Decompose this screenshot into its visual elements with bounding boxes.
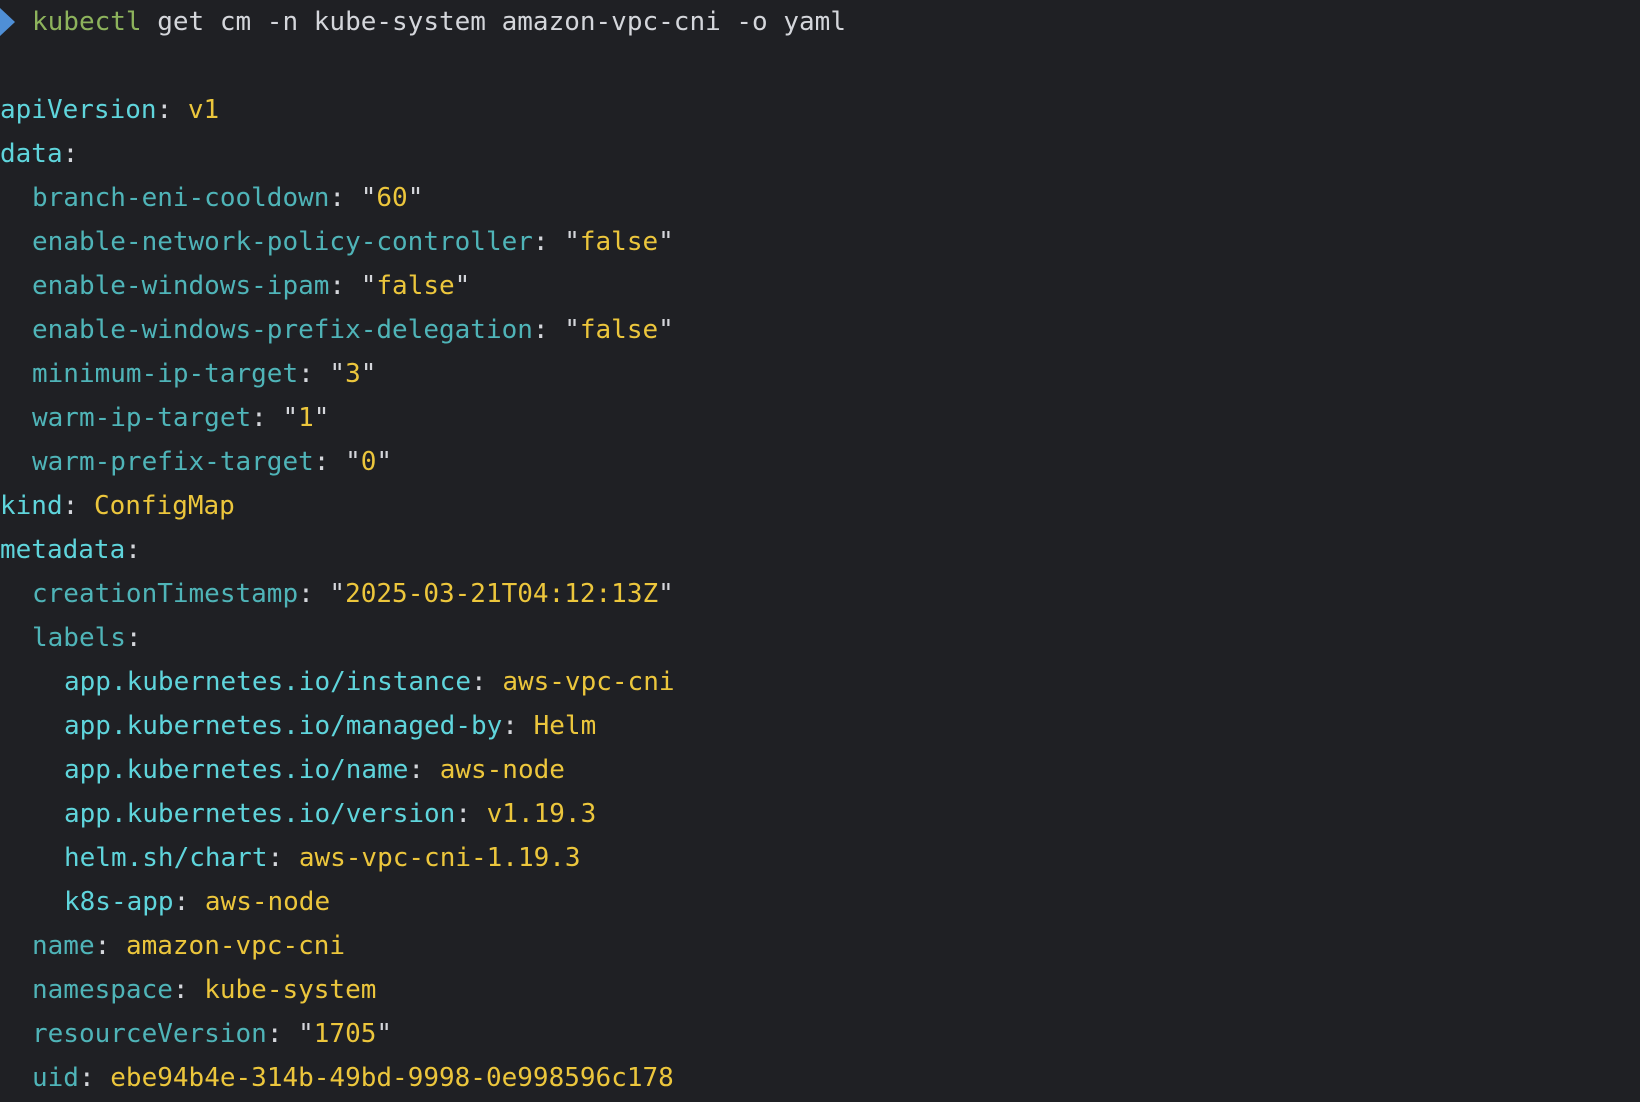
yaml-value: amazon-vpc-cni	[125, 931, 346, 961]
yaml-value: ebe94b4e-314b-49bd-9998-0e998596c178	[110, 1063, 674, 1093]
yaml-line: kind: ConfigMap	[0, 484, 675, 528]
yaml-line: helm.sh/chart: aws-vpc-cni-1.19.3	[0, 836, 675, 880]
yaml-line: warm-ip-target: "1"	[0, 396, 675, 440]
command-text: kubectl get cm -n kube-system amazon-vpc…	[32, 0, 846, 44]
yaml-key: k8s-app	[64, 887, 174, 917]
yaml-colon: :	[532, 315, 565, 345]
yaml-colon: :	[502, 711, 534, 741]
yaml-value: "false"	[564, 315, 674, 345]
yaml-value: aws-vpc-cni-1.19.3	[298, 843, 581, 873]
yaml-colon: :	[408, 755, 440, 785]
terminal-window[interactable]: kubectl get cm -n kube-system amazon-vpc…	[0, 0, 1640, 1102]
yaml-value: aws-node	[204, 887, 331, 917]
yaml-key: warm-prefix-target	[32, 447, 314, 477]
yaml-colon: :	[313, 447, 346, 477]
yaml-key: name	[32, 931, 95, 961]
yaml-value: "1705"	[298, 1019, 393, 1049]
yaml-colon: :	[78, 1063, 111, 1093]
yaml-line: app.kubernetes.io/name: aws-node	[0, 748, 675, 792]
yaml-key: app.kubernetes.io/version	[64, 799, 456, 829]
yaml-key: resourceVersion	[32, 1019, 267, 1049]
yaml-key: data	[0, 139, 63, 169]
yaml-line: creationTimestamp: "2025-03-21T04:12:13Z…	[0, 572, 675, 616]
yaml-key: app.kubernetes.io/name	[64, 755, 409, 785]
yaml-value: "2025-03-21T04:12:13Z"	[329, 579, 674, 609]
yaml-value: "false"	[564, 227, 674, 257]
yaml-colon: :	[62, 491, 94, 521]
yaml-line: warm-prefix-target: "0"	[0, 440, 675, 484]
yaml-key: apiVersion	[0, 95, 157, 125]
yaml-colon: :	[455, 799, 487, 829]
yaml-value: v1.19.3	[486, 799, 597, 829]
yaml-colon: :	[173, 887, 205, 917]
yaml-key: enable-network-policy-controller	[32, 227, 533, 257]
yaml-value: "false"	[360, 271, 471, 301]
yaml-colon: :	[471, 667, 503, 697]
yaml-colon: :	[298, 579, 330, 609]
yaml-line: enable-windows-prefix-delegation: "false…	[0, 308, 675, 352]
yaml-colon: :	[62, 139, 79, 169]
yaml-line: k8s-app: aws-node	[0, 880, 675, 924]
yaml-value: aws-vpc-cni	[502, 667, 675, 697]
yaml-colon: :	[125, 623, 142, 653]
yaml-key: minimum-ip-target	[32, 359, 299, 389]
command-arguments: get cm -n kube-system amazon-vpc-cni -o …	[141, 7, 846, 37]
yaml-colon: :	[156, 95, 188, 125]
yaml-value: "60"	[360, 183, 424, 213]
yaml-value: Helm	[533, 711, 597, 741]
yaml-line: minimum-ip-target: "3"	[0, 352, 675, 396]
prompt-arrow-icon	[0, 8, 15, 36]
yaml-colon: :	[125, 535, 141, 565]
yaml-line: name: amazon-vpc-cni	[0, 924, 675, 968]
yaml-line: branch-eni-cooldown: "60"	[0, 176, 675, 220]
yaml-line: uid: ebe94b4e-314b-49bd-9998-0e998596c17…	[0, 1056, 675, 1100]
yaml-line: namespace: kube-system	[0, 968, 675, 1012]
yaml-key: app.kubernetes.io/managed-by	[64, 711, 503, 741]
yaml-colon: :	[329, 183, 361, 213]
yaml-key: labels	[32, 623, 126, 653]
yaml-line: apiVersion: v1	[0, 88, 675, 132]
yaml-colon: :	[94, 931, 126, 961]
yaml-colon: :	[266, 1019, 299, 1049]
yaml-key: kind	[0, 491, 63, 521]
yaml-colon: :	[267, 843, 299, 873]
yaml-key: branch-eni-cooldown	[32, 183, 330, 213]
yaml-colon: :	[172, 975, 205, 1005]
yaml-value: v1	[187, 95, 220, 125]
yaml-key: enable-windows-prefix-delegation	[32, 315, 533, 345]
yaml-colon: :	[532, 227, 565, 257]
yaml-line: app.kubernetes.io/managed-by: Helm	[0, 704, 675, 748]
yaml-key: creationTimestamp	[32, 579, 299, 609]
yaml-colon: :	[251, 403, 283, 433]
yaml-line: enable-windows-ipam: "false"	[0, 264, 675, 308]
yaml-colon: :	[329, 271, 361, 301]
yaml-line: labels:	[0, 616, 675, 660]
command-binary: kubectl	[32, 7, 142, 37]
yaml-line: resourceVersion: "1705"	[0, 1012, 675, 1056]
yaml-value: "1"	[282, 403, 330, 433]
yaml-line: enable-network-policy-controller: "false…	[0, 220, 675, 264]
yaml-value: "3"	[329, 359, 377, 389]
yaml-value: kube-system	[204, 975, 377, 1005]
yaml-line: app.kubernetes.io/version: v1.19.3	[0, 792, 675, 836]
yaml-line: data:	[0, 132, 675, 176]
yaml-value: "0"	[345, 447, 393, 477]
yaml-line: metadata:	[0, 528, 675, 572]
yaml-value: aws-node	[439, 755, 565, 785]
yaml-colon: :	[298, 359, 330, 389]
yaml-line: app.kubernetes.io/instance: aws-vpc-cni	[0, 660, 675, 704]
yaml-key: app.kubernetes.io/instance	[64, 667, 471, 697]
yaml-key: enable-windows-ipam	[32, 271, 330, 301]
yaml-key: uid	[32, 1063, 79, 1093]
yaml-output: apiVersion: v1 data: branch-eni-cooldown: …	[0, 88, 675, 1100]
prompt-line: kubectl get cm -n kube-system amazon-vpc…	[0, 0, 846, 44]
yaml-key: helm.sh/chart	[64, 843, 268, 873]
yaml-key: namespace	[32, 975, 173, 1005]
yaml-key: warm-ip-target	[32, 403, 252, 433]
yaml-key: metadata	[0, 535, 126, 565]
yaml-value: ConfigMap	[93, 491, 235, 521]
